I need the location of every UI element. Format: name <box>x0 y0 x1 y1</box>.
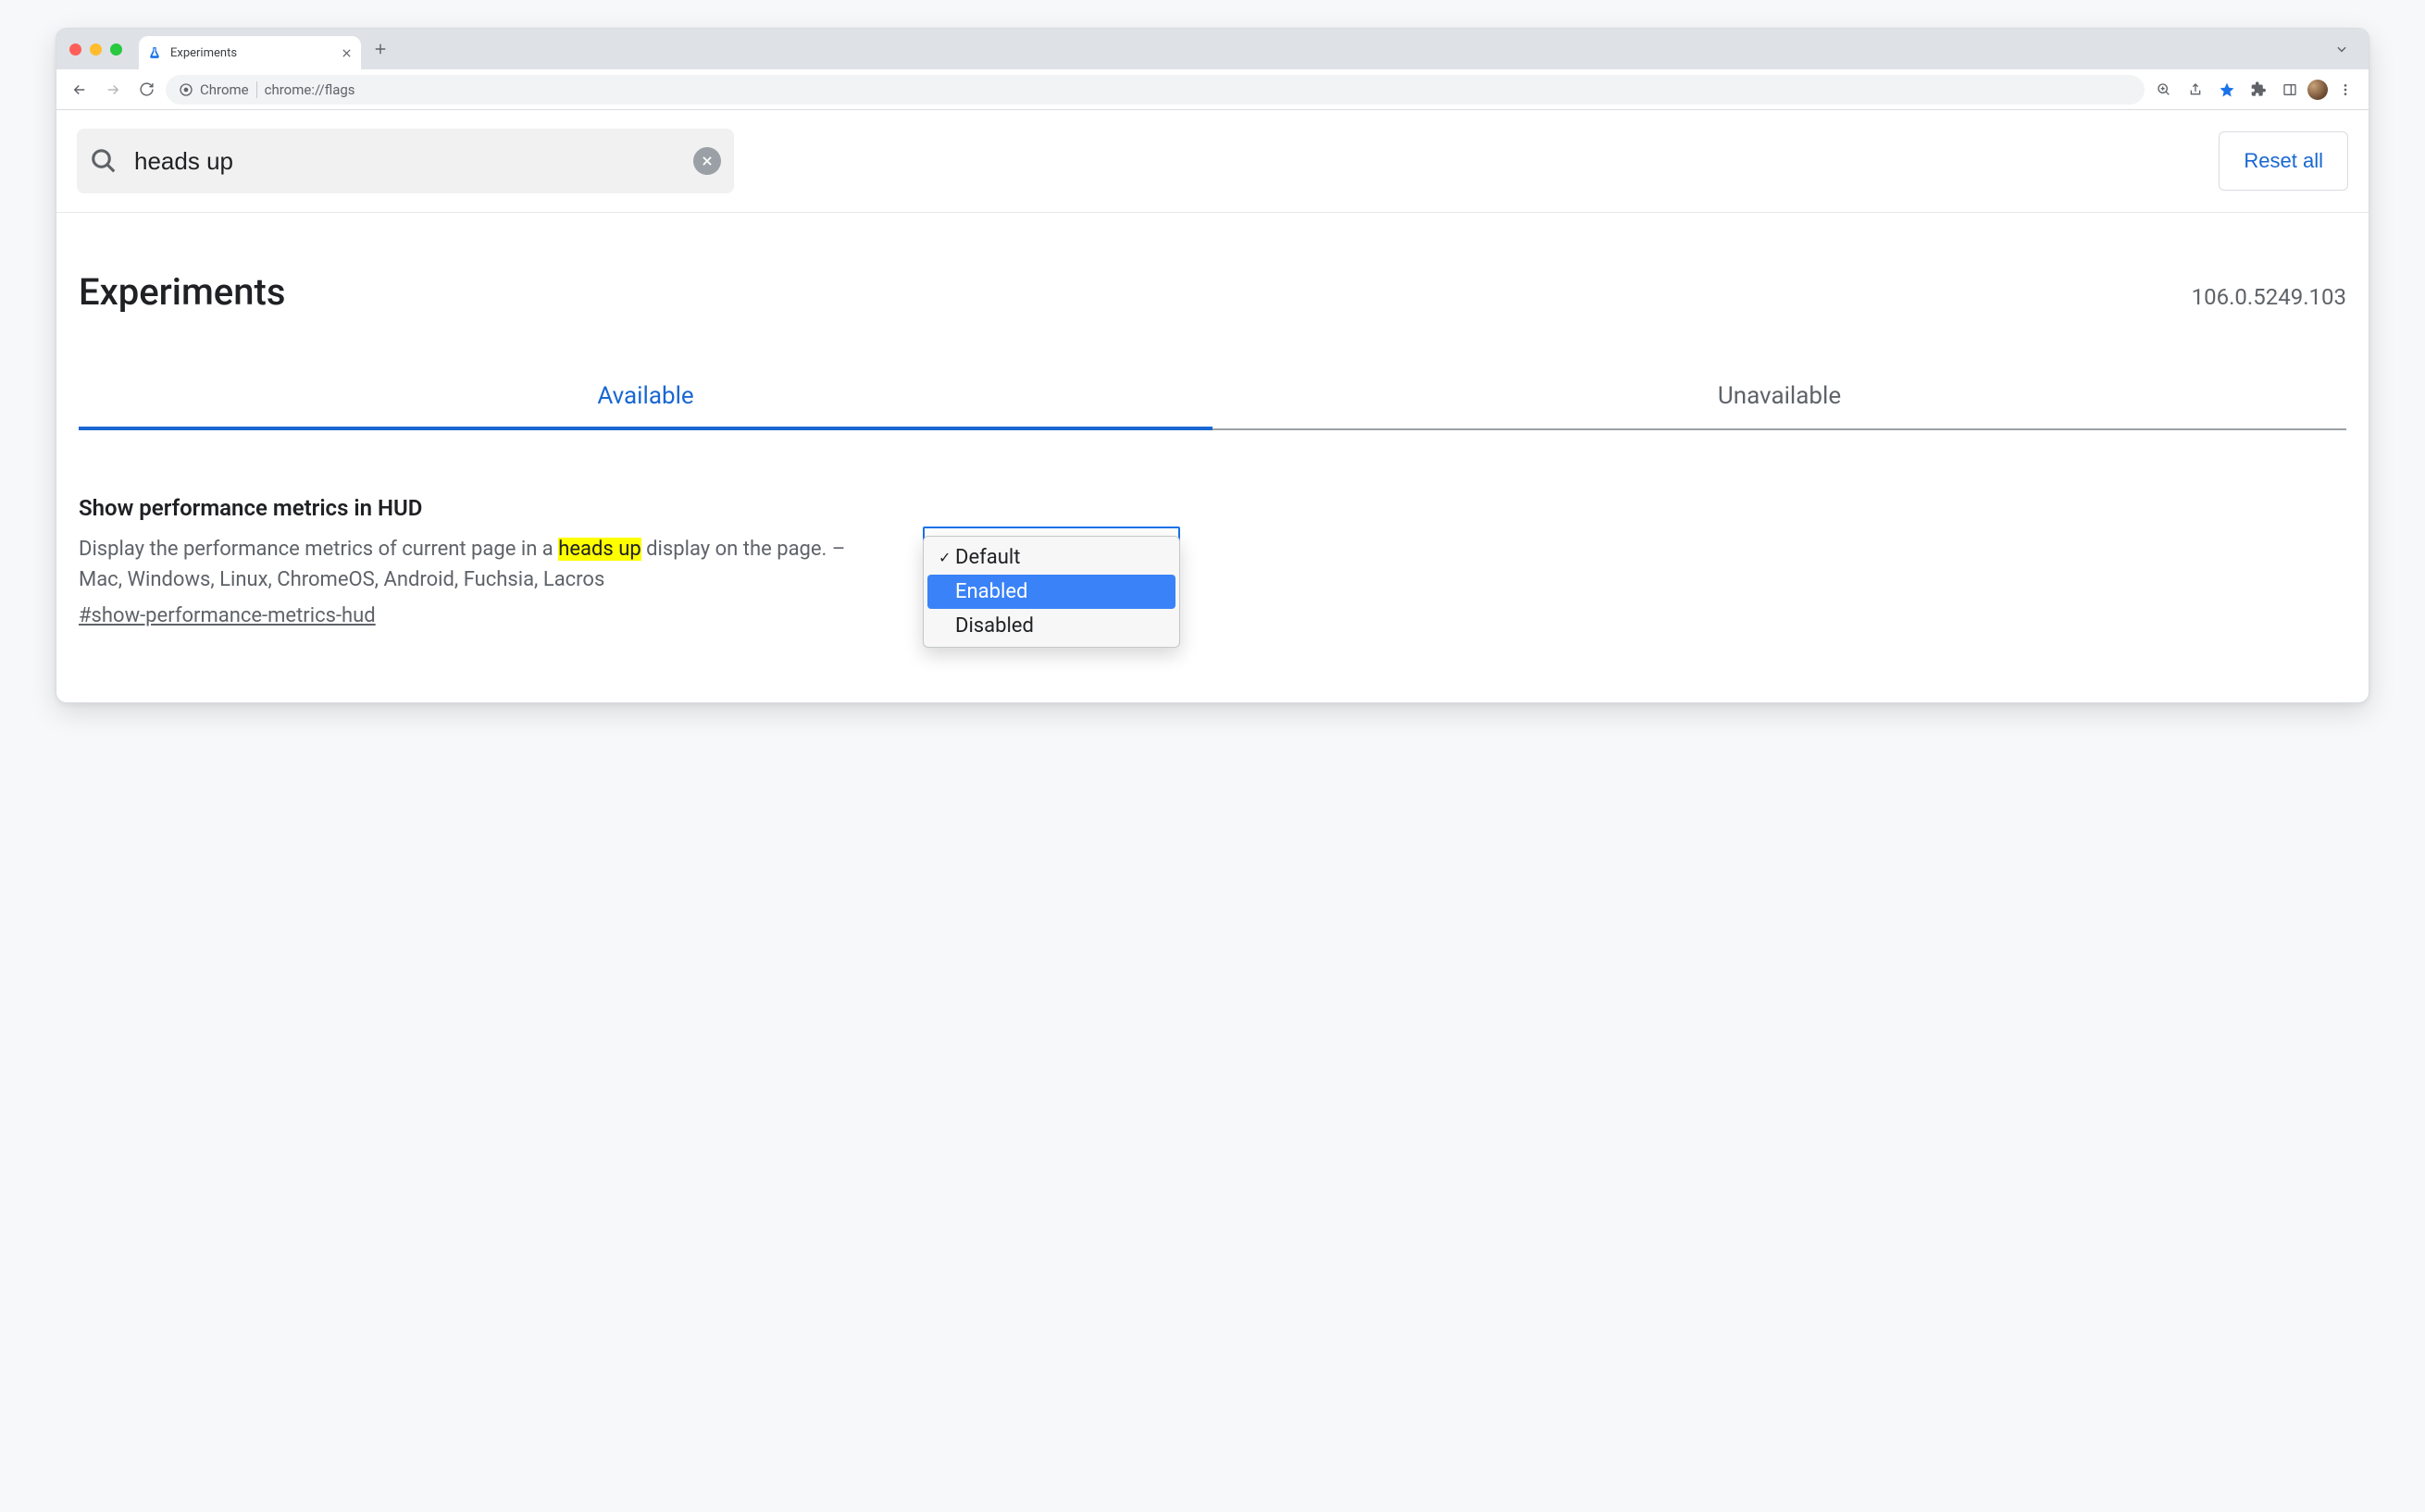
dropdown-option-enabled[interactable]: Enabled <box>927 575 1175 609</box>
close-icon[interactable] <box>342 48 352 58</box>
divider <box>256 81 257 98</box>
tab-unavailable[interactable]: Unavailable <box>1212 369 2346 430</box>
browser-window: Experiments Chrome chro <box>56 28 2369 703</box>
address-bar[interactable]: Chrome chrome://flags <box>166 75 2145 105</box>
chrome-version: 106.0.5249.103 <box>2192 284 2346 310</box>
window-close-button[interactable] <box>69 43 81 56</box>
flask-icon <box>148 46 163 59</box>
share-icon[interactable] <box>2182 76 2209 104</box>
bookmark-star-icon[interactable] <box>2213 76 2241 104</box>
tab-strip: Experiments <box>56 29 2369 69</box>
forward-button[interactable] <box>99 76 127 104</box>
back-button[interactable] <box>66 76 93 104</box>
search-icon <box>90 147 118 175</box>
more-vert-icon[interactable] <box>2332 76 2359 104</box>
tab-available[interactable]: Available <box>79 369 1212 430</box>
check-icon: ✓ <box>939 549 955 566</box>
zoom-icon[interactable] <box>2150 76 2178 104</box>
reset-all-button[interactable]: Reset all <box>2219 131 2348 191</box>
chrome-icon: Chrome <box>179 81 249 98</box>
search-input[interactable] <box>118 146 693 177</box>
clear-search-button[interactable] <box>693 147 721 175</box>
page-tabs: Available Unavailable <box>79 369 2346 430</box>
option-label: Default <box>955 546 1020 569</box>
page-title: Experiments <box>79 270 285 314</box>
search-box[interactable] <box>77 129 734 193</box>
origin-label: Chrome <box>200 81 249 98</box>
profile-avatar[interactable] <box>2307 80 2328 100</box>
tabs-dropdown-button[interactable] <box>2328 39 2356 59</box>
flag-state-dropdown: ✓ Default Enabled Disabled <box>923 536 1180 648</box>
dropdown-option-disabled[interactable]: Disabled <box>927 609 1175 643</box>
flag-title: Show performance metrics in HUD <box>79 495 884 521</box>
option-label: Disabled <box>955 614 1034 638</box>
browser-tab[interactable]: Experiments <box>139 36 361 69</box>
flag-hash-link[interactable]: #show-performance-metrics-hud <box>79 604 376 627</box>
search-row: Reset all <box>56 110 2369 213</box>
option-label: Enabled <box>955 580 1027 603</box>
sidepanel-icon[interactable] <box>2276 76 2304 104</box>
window-minimize-button[interactable] <box>90 43 102 56</box>
reload-button[interactable] <box>132 76 160 104</box>
url-text: chrome://flags <box>265 81 355 98</box>
tab-title: Experiments <box>170 46 334 60</box>
puzzle-icon[interactable] <box>2245 76 2272 104</box>
flag-description: Display the performance metrics of curre… <box>79 534 884 595</box>
window-fullscreen-button[interactable] <box>110 43 122 56</box>
flag-item: Show performance metrics in HUD Display … <box>79 495 2346 627</box>
dropdown-option-default[interactable]: ✓ Default <box>927 540 1175 575</box>
browser-toolbar: Chrome chrome://flags <box>56 69 2369 110</box>
search-highlight: heads up <box>558 538 640 561</box>
toolbar-right <box>2150 76 2359 104</box>
page-content: Reset all Experiments 106.0.5249.103 Ava… <box>56 110 2369 702</box>
flag-desc-before: Display the performance metrics of curre… <box>79 538 558 561</box>
new-tab-button[interactable] <box>370 39 391 59</box>
window-controls <box>69 43 122 56</box>
